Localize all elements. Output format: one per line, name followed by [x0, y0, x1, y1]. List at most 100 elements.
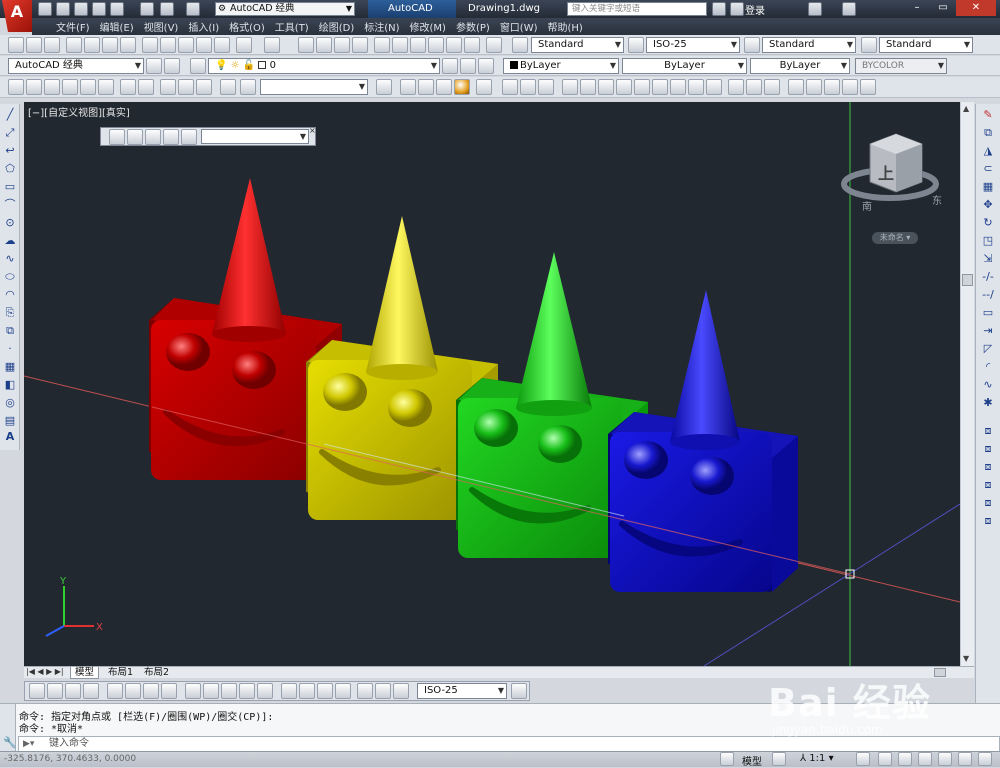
quickview-drawings-icon[interactable]: [772, 752, 786, 766]
user-icon[interactable]: [730, 2, 744, 16]
orbit-icon[interactable]: [145, 129, 161, 145]
dim-style-select[interactable]: ISO-25 ▼: [646, 37, 740, 53]
multiline-text-icon[interactable]: A: [3, 430, 17, 444]
join-icon[interactable]: ⇥: [981, 324, 995, 338]
open-icon[interactable]: [26, 37, 42, 53]
zoom-window-icon[interactable]: [163, 129, 179, 145]
plot-icon[interactable]: [66, 37, 82, 53]
bring-above-icon[interactable]: ⧈: [981, 478, 995, 492]
hardware-acceleration-icon[interactable]: [918, 752, 932, 766]
hscroll-thumb[interactable]: [934, 668, 946, 677]
menu-help[interactable]: 帮助(H): [548, 19, 583, 34]
continue-icon[interactable]: [221, 683, 237, 699]
ucs-x-icon[interactable]: [670, 79, 686, 95]
dim-edit-icon[interactable]: [357, 683, 373, 699]
undo-icon[interactable]: [236, 37, 252, 53]
zoom-icon[interactable]: [127, 129, 143, 145]
inspection-icon[interactable]: [317, 683, 333, 699]
isolate-objects-icon[interactable]: [938, 752, 952, 766]
text-style-icon[interactable]: [512, 37, 528, 53]
mirror-icon[interactable]: ◮: [981, 144, 995, 158]
fillet-icon[interactable]: ◜: [981, 360, 995, 374]
walk-icon[interactable]: [181, 129, 197, 145]
zoom-window-icon[interactable]: [334, 37, 350, 53]
save-as-icon[interactable]: [92, 2, 106, 16]
construction-line-icon[interactable]: ⤢: [3, 126, 17, 140]
hatch-icon[interactable]: ▦: [3, 360, 17, 374]
dim-style-select[interactable]: ISO-25 ▼: [417, 683, 507, 699]
login-link[interactable]: 登录: [745, 2, 765, 17]
make-current-layer-icon[interactable]: [442, 58, 458, 74]
array-icon[interactable]: ▦: [981, 180, 995, 194]
ellipse-arc-icon[interactable]: ◠: [3, 288, 17, 302]
menu-window[interactable]: 窗口(W): [500, 19, 538, 34]
trim-icon[interactable]: -/-: [981, 270, 995, 284]
tolerance-icon[interactable]: [281, 683, 297, 699]
spline-icon[interactable]: ∿: [3, 252, 17, 266]
publish-icon[interactable]: [102, 37, 118, 53]
intersect-icon[interactable]: [196, 79, 212, 95]
scroll-thumb[interactable]: [962, 274, 973, 286]
exchange-icon[interactable]: [808, 2, 822, 16]
scale-icon[interactable]: ◳: [981, 234, 995, 248]
copy-object-icon[interactable]: ⧉: [981, 126, 995, 140]
status-menu-icon[interactable]: [958, 752, 972, 766]
layer-previous-icon[interactable]: [460, 58, 476, 74]
circle-icon[interactable]: ⊙: [3, 216, 17, 230]
rotate-icon[interactable]: ↻: [981, 216, 995, 230]
dim-style-icon[interactable]: [628, 37, 644, 53]
save-icon[interactable]: [44, 37, 60, 53]
viewcube-top-face[interactable]: 上: [878, 160, 894, 184]
markup-icon[interactable]: [446, 37, 462, 53]
wedge-icon[interactable]: [80, 79, 96, 95]
menu-draw[interactable]: 绘图(D): [319, 19, 355, 34]
publish-icon[interactable]: [110, 2, 124, 16]
erase-icon[interactable]: ✎: [981, 108, 995, 122]
rotate-3d-icon[interactable]: [806, 79, 822, 95]
materials-icon[interactable]: [746, 79, 762, 95]
menu-insert[interactable]: 插入(I): [188, 19, 219, 34]
center-mark-icon[interactable]: [299, 683, 315, 699]
region-icon[interactable]: ◎: [3, 396, 17, 410]
tab-first-icon[interactable]: |◀ ◀ ▶ ▶|: [26, 667, 64, 676]
dim-text-edit-icon[interactable]: [375, 683, 391, 699]
make-block-icon[interactable]: ⧉: [3, 324, 17, 338]
3d-print-icon[interactable]: [120, 37, 136, 53]
workspace-switching-icon[interactable]: [878, 752, 892, 766]
send-under-icon[interactable]: ⧈: [981, 496, 995, 510]
visual-styles-icon[interactable]: [476, 79, 492, 95]
named-view-select[interactable]: ▼: [260, 79, 368, 95]
ucs-object-icon[interactable]: [580, 79, 596, 95]
3d-wireframe-icon[interactable]: [418, 79, 434, 95]
menu-parametric[interactable]: 参数(P): [456, 19, 490, 34]
radius-dim-icon[interactable]: [107, 683, 123, 699]
minimize-button[interactable]: –: [904, 0, 930, 16]
2d-wireframe-icon[interactable]: [400, 79, 416, 95]
linetype-select[interactable]: ByLayer ▼: [622, 58, 747, 74]
design-center-icon[interactable]: [392, 37, 408, 53]
close-button[interactable]: ✕: [956, 0, 996, 16]
quickview-layouts-icon[interactable]: [720, 752, 734, 766]
view-icon[interactable]: [240, 79, 256, 95]
break-icon[interactable]: ▭: [981, 306, 995, 320]
view-select[interactable]: ▼: [201, 129, 309, 144]
extend-icon[interactable]: --/: [981, 288, 995, 302]
zoom-previous-icon[interactable]: [352, 37, 368, 53]
mleader-style-icon[interactable]: [861, 37, 877, 53]
subtract-icon[interactable]: [178, 79, 194, 95]
customize-icon[interactable]: [164, 58, 180, 74]
lights-icon[interactable]: [764, 79, 780, 95]
pan-icon[interactable]: [109, 129, 125, 145]
ucs-icon[interactable]: [502, 79, 518, 95]
array-3d-icon[interactable]: [860, 79, 876, 95]
ellipse-icon[interactable]: ⬭: [3, 270, 17, 284]
extrude-icon[interactable]: [120, 79, 136, 95]
ucs-world-icon[interactable]: [520, 79, 536, 95]
menu-view[interactable]: 视图(V): [144, 19, 179, 34]
cut-icon[interactable]: [142, 37, 158, 53]
blue-cube-figure[interactable]: [608, 290, 798, 592]
table-icon[interactable]: ▤: [3, 414, 17, 428]
ucs-menu-button[interactable]: 未命名 ▾: [872, 232, 918, 244]
align-3d-icon[interactable]: [824, 79, 840, 95]
redo-icon[interactable]: [186, 2, 200, 16]
